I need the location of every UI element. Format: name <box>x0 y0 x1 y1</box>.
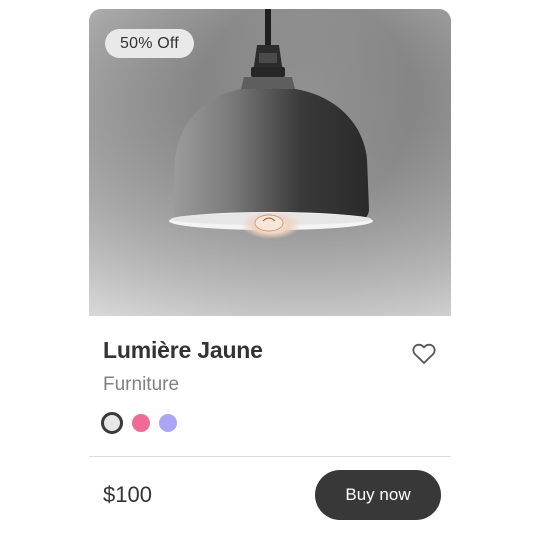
color-swatch-3[interactable] <box>159 414 177 432</box>
color-swatch-2[interactable] <box>132 414 150 432</box>
product-card: 50% Off Lumière Jaune Furniture $100 Buy… <box>89 9 451 540</box>
product-category: Furniture <box>103 374 180 395</box>
product-title: Lumière Jaune <box>103 337 263 363</box>
heart-icon[interactable] <box>411 341 437 367</box>
divider <box>89 456 451 457</box>
color-swatch-1[interactable] <box>101 412 123 434</box>
product-image[interactable]: 50% Off <box>89 9 451 316</box>
discount-badge: 50% Off <box>105 29 194 58</box>
color-swatches <box>101 412 177 434</box>
buy-now-button[interactable]: Buy now <box>315 470 441 520</box>
product-price: $100 <box>103 482 152 507</box>
